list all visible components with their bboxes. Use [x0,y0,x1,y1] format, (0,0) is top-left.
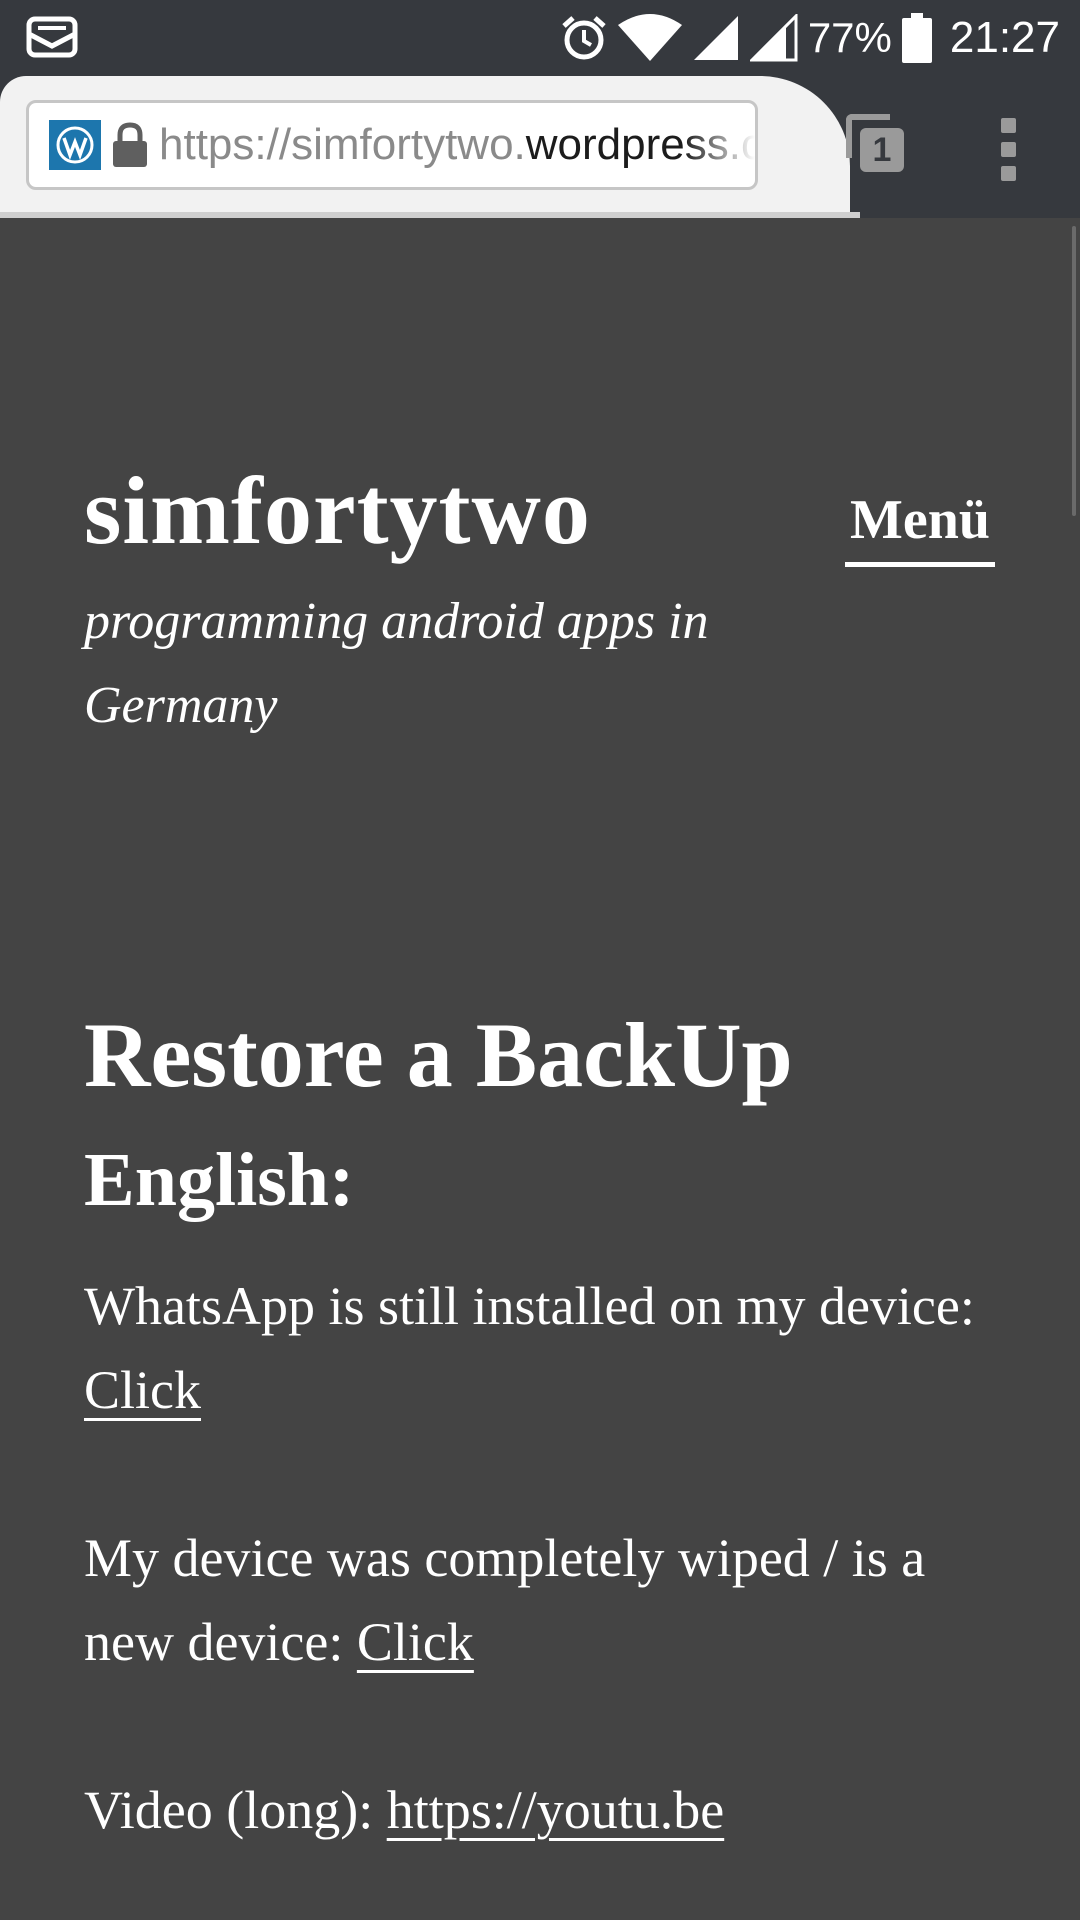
tab-count: 1 [860,128,904,172]
paragraph-text: WhatsApp is still installed on my device… [84,1276,975,1336]
wordpress-favicon-icon [49,120,101,170]
paragraph-text: My device was completely wiped / is a ne… [84,1528,926,1672]
url-scheme: https://simfortytwo. [159,120,526,169]
lock-icon [113,122,147,167]
site-tagline: programming android apps in Germany [84,593,709,734]
battery-percent: 77% [807,14,892,61]
browser-toolbar: https://simfortytwo.wordpress.com 1 [0,76,1080,218]
clock: 21:27 [949,13,1060,62]
scroll-indicator [1072,226,1076,516]
post-title: Restore a BackUp [84,1004,793,1106]
url-text[interactable]: https://simfortytwo.wordpress.com [159,120,755,170]
post-content: Restore a BackUp English: WhatsApp is st… [84,990,1004,1920]
notification-email-icon [26,16,78,58]
paragraph-new-device: My device was completely wiped / is a ne… [84,1516,1004,1684]
signal-icon [693,16,738,60]
paragraph-app-installed: WhatsApp is still installed on my device… [84,1264,1004,1432]
section-heading: English: [84,1138,355,1222]
click-link-app-installed[interactable]: Click [84,1360,201,1420]
overflow-menu-icon[interactable] [990,118,1026,182]
click-link-new-device[interactable]: Click [357,1612,474,1672]
status-bar: 77% 21:27 [0,0,1080,76]
paragraph-text: Video (long): [84,1780,387,1840]
alarm-icon [562,16,606,60]
url-bar[interactable]: https://simfortytwo.wordpress.com [26,100,758,190]
paragraph-video: Video (long): https://youtu.be [84,1768,1004,1852]
video-link[interactable]: https://youtu.be [387,1780,725,1840]
url-domain: wordpress.com [525,120,755,169]
menu-toggle-button[interactable]: Menü [845,492,995,567]
tab-switcher-button[interactable]: 1 [842,112,908,178]
site-title[interactable]: simfortytwo [84,458,591,564]
battery-icon [901,13,932,63]
toolbar-divider [0,212,860,218]
wifi-icon [617,14,682,61]
signal-icon [749,14,798,62]
